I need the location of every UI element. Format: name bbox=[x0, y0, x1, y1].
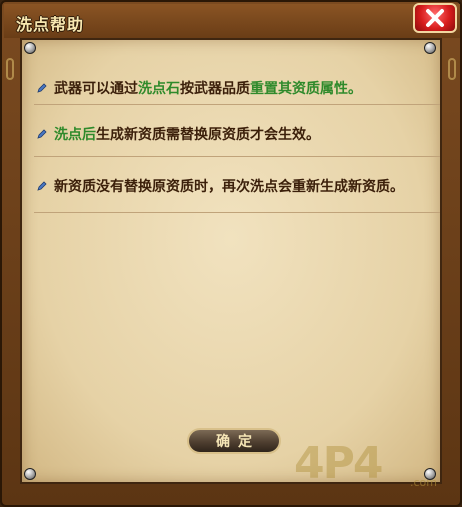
pencil-icon bbox=[37, 129, 47, 139]
chain-decoration-left bbox=[6, 58, 14, 80]
watermark-suffix: .com bbox=[410, 476, 437, 489]
confirm-button[interactable]: 确定 bbox=[187, 428, 281, 454]
title-bar: 洗点帮助 bbox=[4, 4, 460, 38]
divider-3 bbox=[34, 212, 440, 213]
pencil-icon bbox=[37, 181, 47, 191]
help-line-1-text-d: 重置其资质属性 bbox=[250, 81, 348, 97]
pencil-icon bbox=[37, 83, 47, 93]
rivet-top-left bbox=[24, 42, 36, 54]
help-line-2-text-a: 洗点后 bbox=[54, 127, 96, 143]
close-button[interactable] bbox=[413, 3, 457, 33]
help-line-3-text: 新资质没有替换原资质时，再次洗点会重新生成新资质。 bbox=[54, 179, 404, 195]
help-line-1-text-c: 按武器品质 bbox=[180, 81, 250, 97]
watermark-logo: 4P4 bbox=[294, 438, 383, 489]
help-line-3: 新资质没有替换原资质时，再次洗点会重新生成新资质。 bbox=[36, 176, 440, 196]
help-line-1-text-e: 。 bbox=[348, 81, 362, 97]
divider-2 bbox=[34, 156, 440, 157]
help-line-1-text-a: 武器可以通过 bbox=[54, 81, 138, 97]
divider-1 bbox=[34, 104, 440, 105]
chain-decoration-right bbox=[448, 58, 456, 80]
dialog-title: 洗点帮助 bbox=[16, 15, 85, 34]
help-line-2: 洗点后生成新资质需替换原资质才会生效。 bbox=[36, 124, 440, 144]
help-line-1: 武器可以通过洗点石按武器品质重置其资质属性。 bbox=[36, 78, 440, 98]
help-line-2-text-b: 生成新资质需替换原资质才会生效。 bbox=[96, 127, 320, 143]
close-x-icon bbox=[426, 9, 444, 27]
help-line-1-text-b: 洗点石 bbox=[138, 81, 180, 97]
rivet-top-right bbox=[424, 42, 436, 54]
rivet-bottom-left bbox=[24, 468, 36, 480]
